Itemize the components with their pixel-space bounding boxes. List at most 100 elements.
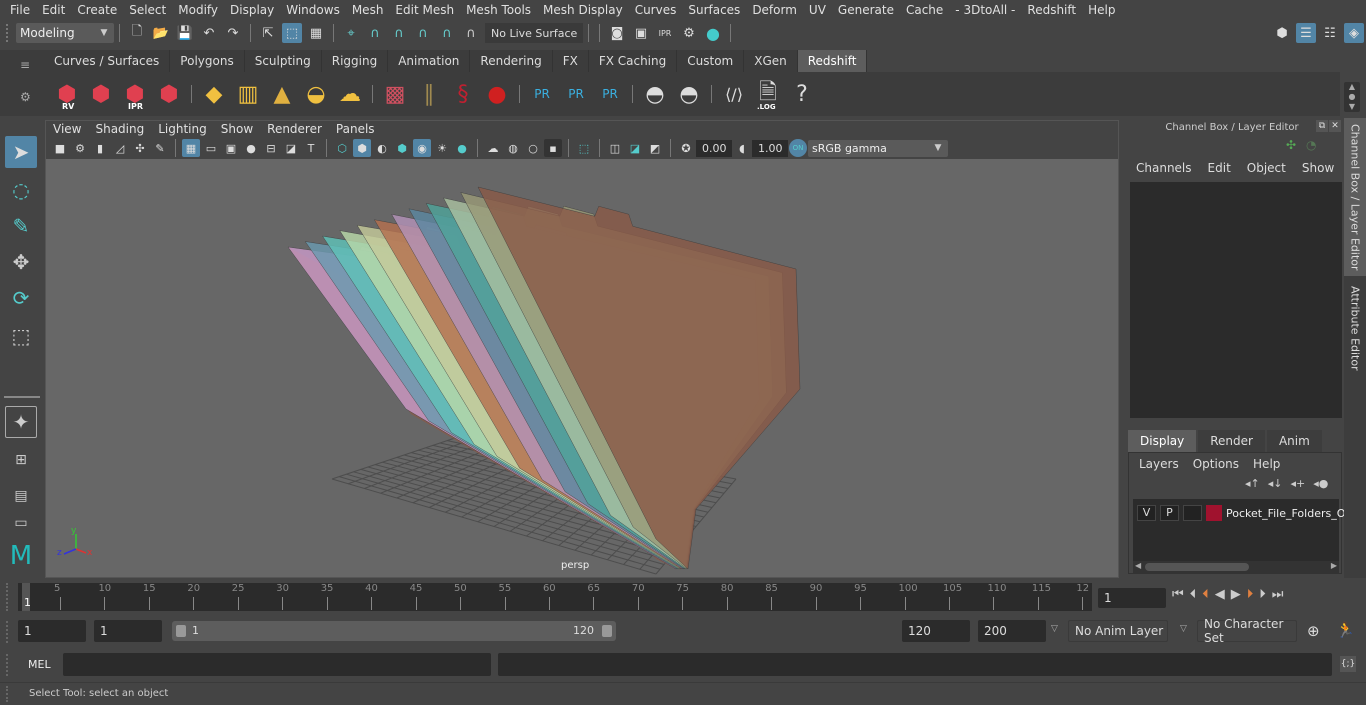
command-line-handle[interactable] bbox=[6, 654, 10, 676]
shelf-tab-xgen[interactable]: XGen bbox=[744, 50, 798, 72]
exposure-icon[interactable]: ✪ bbox=[677, 139, 695, 157]
render-current-frame-icon[interactable]: ▣ bbox=[631, 23, 651, 43]
dome-light-icon[interactable]: ◒ bbox=[301, 77, 331, 111]
shelf-tab-animation[interactable]: Animation bbox=[388, 50, 471, 72]
lasso-tool-icon[interactable]: ◌ bbox=[5, 174, 37, 206]
layer-row[interactable]: V P Pocket_File_Folders_O bbox=[1133, 503, 1345, 523]
hair-icon[interactable]: ∥ bbox=[414, 77, 444, 111]
float-panel-icon[interactable]: ⧉ bbox=[1316, 120, 1328, 132]
shelf-tab-curves-surfaces[interactable]: Curves / Surfaces bbox=[44, 50, 171, 72]
menu-edit[interactable]: Edit bbox=[36, 3, 71, 17]
render-view-icon[interactable]: ◙ bbox=[607, 23, 627, 43]
range-handle[interactable] bbox=[6, 621, 10, 643]
render-sequence-icon[interactable]: ⬢ bbox=[86, 77, 116, 111]
safe-title-icon[interactable]: T bbox=[302, 139, 320, 157]
viewport-menu-lighting[interactable]: Lighting bbox=[151, 122, 214, 136]
tool-settings-icon[interactable]: ☷ bbox=[1320, 23, 1340, 43]
sphere-icon[interactable]: ● bbox=[482, 77, 512, 111]
colorspace-dropdown[interactable]: sRGB gamma ▼ bbox=[808, 139, 948, 157]
camera-attributes-icon[interactable]: ⚙ bbox=[71, 139, 89, 157]
color-management-toggle[interactable]: ON bbox=[789, 139, 807, 157]
menu-deform[interactable]: Deform bbox=[746, 3, 803, 17]
undo-icon[interactable]: ↶ bbox=[199, 23, 219, 43]
auto-key-icon[interactable]: ⊕ bbox=[1307, 622, 1320, 640]
range-end-handle[interactable] bbox=[602, 625, 612, 637]
xray-icon[interactable]: ⬢ bbox=[393, 139, 411, 157]
menu-mesh[interactable]: Mesh bbox=[346, 3, 390, 17]
channels-menu[interactable]: Channels bbox=[1136, 161, 1192, 175]
shelf-tab-fx-caching[interactable]: FX Caching bbox=[588, 50, 678, 72]
menu-generate[interactable]: Generate bbox=[832, 3, 900, 17]
viewport-menu-shading[interactable]: Shading bbox=[88, 122, 151, 136]
menu-help[interactable]: Help bbox=[1082, 3, 1121, 17]
script-language-toggle[interactable]: MEL bbox=[28, 658, 51, 671]
layer-color-swatch[interactable] bbox=[1206, 505, 1222, 521]
wireframe-on-shaded-icon[interactable]: ◐ bbox=[373, 139, 391, 157]
rv-icon[interactable]: ⬢ RV bbox=[52, 77, 82, 112]
menu-uv[interactable]: UV bbox=[803, 3, 832, 17]
new-layer-selected-icon[interactable]: ◂● bbox=[1313, 477, 1328, 490]
playback-end-field[interactable]: 120 bbox=[902, 620, 970, 642]
wireframe-icon[interactable]: ⬡ bbox=[333, 139, 351, 157]
menu-windows[interactable]: Windows bbox=[280, 3, 346, 17]
animation-preferences-icon[interactable]: 🏃 bbox=[1336, 621, 1355, 639]
mode-selector[interactable]: Modeling ▼ bbox=[16, 23, 114, 43]
modeling-toolkit-icon[interactable]: ⬢ bbox=[1272, 23, 1292, 43]
viewport-menu-show[interactable]: Show bbox=[214, 122, 260, 136]
menu-redshift[interactable]: Redshift bbox=[1021, 3, 1082, 17]
bookmark-icon[interactable]: ▮ bbox=[91, 139, 109, 157]
isolate-select-icon[interactable]: ⬚ bbox=[575, 139, 593, 157]
current-frame-field[interactable]: 1 bbox=[1098, 588, 1166, 608]
status-line-handle[interactable] bbox=[6, 24, 10, 42]
scroll-right-icon[interactable]: ▶ bbox=[1331, 561, 1337, 570]
pan-zoom-icon[interactable]: ✣ bbox=[131, 139, 149, 157]
motion-blur-icon[interactable]: ◍ bbox=[504, 139, 522, 157]
gate-mask-icon[interactable]: ● bbox=[242, 139, 260, 157]
volume-icon[interactable]: § bbox=[448, 77, 478, 111]
camera-icon[interactable]: ■ bbox=[51, 139, 69, 157]
show-menu[interactable]: Show bbox=[1302, 161, 1334, 175]
snap-curve-icon[interactable]: ∩ bbox=[365, 23, 385, 43]
select-component-icon[interactable]: ▦ bbox=[306, 23, 326, 43]
render-settings-icon[interactable]: ⬢ bbox=[154, 77, 184, 111]
select-hierarchy-icon[interactable]: ⇱ bbox=[258, 23, 278, 43]
speed-icon[interactable]: ◔ bbox=[1306, 138, 1316, 152]
proxy-cube-icon[interactable]: ▩ bbox=[380, 77, 410, 111]
help-icon[interactable]: ? bbox=[787, 77, 817, 111]
shelf-menu-icon[interactable]: ≡ bbox=[20, 58, 30, 72]
viewport-menu-view[interactable]: View bbox=[46, 122, 88, 136]
pocket-file-folders-model[interactable] bbox=[287, 186, 801, 570]
scroll-left-icon[interactable]: ◀ bbox=[1135, 561, 1141, 570]
tab-channel-box-layer-editor[interactable]: Channel Box / Layer Editor bbox=[1344, 118, 1366, 276]
rotate-tool-icon[interactable]: ⟳ bbox=[5, 282, 37, 314]
viewport-menu-renderer[interactable]: Renderer bbox=[260, 122, 329, 136]
sun-sky-icon[interactable]: ☁ bbox=[335, 77, 365, 111]
snap-point-icon[interactable]: ∩ bbox=[389, 23, 409, 43]
menu-select[interactable]: Select bbox=[123, 3, 172, 17]
paint-select-tool-icon[interactable]: ✎ bbox=[5, 210, 37, 242]
chevron-down-icon[interactable]: ▽ bbox=[1180, 624, 1187, 634]
open-scene-icon[interactable]: 📂 bbox=[151, 23, 171, 43]
menu-mesh-tools[interactable]: Mesh Tools bbox=[460, 3, 537, 17]
channel-list[interactable] bbox=[1130, 182, 1342, 418]
viewport-3d[interactable]: y x z persp bbox=[46, 159, 1118, 577]
exposure-field[interactable]: 0.00 bbox=[696, 139, 732, 157]
log-icon[interactable]: 🗎 .LOG bbox=[753, 77, 783, 111]
gamma-icon[interactable]: ◖ bbox=[733, 139, 751, 157]
channel-box-toggle-icon[interactable]: ◈ bbox=[1344, 23, 1364, 43]
attribute-editor-toggle-icon[interactable]: ☰ bbox=[1296, 23, 1316, 43]
snap-live-icon[interactable]: ∩ bbox=[461, 23, 481, 43]
shelf-tab-custom[interactable]: Custom bbox=[677, 50, 745, 72]
gamma-field[interactable]: 1.00 bbox=[752, 139, 788, 157]
character-set-dropdown[interactable]: No Character Set bbox=[1197, 617, 1297, 645]
new-empty-layer-icon[interactable]: ◂+ bbox=[1291, 477, 1306, 490]
xray-active-icon[interactable]: ◪ bbox=[626, 139, 644, 157]
go-to-start-icon[interactable]: ⏮ bbox=[1172, 587, 1184, 602]
two-view-layout-icon[interactable]: ▤ bbox=[5, 480, 37, 512]
script-editor-button-icon[interactable]: {;} bbox=[1340, 656, 1356, 672]
layer-help-menu[interactable]: Help bbox=[1253, 457, 1280, 471]
anim-layer-dropdown[interactable]: No Anim Layer bbox=[1068, 620, 1168, 642]
snap-view-plane-icon[interactable]: ∩ bbox=[413, 23, 433, 43]
select-tool-icon[interactable]: ➤ bbox=[5, 136, 37, 168]
image-plane-icon[interactable]: ◿ bbox=[111, 139, 129, 157]
